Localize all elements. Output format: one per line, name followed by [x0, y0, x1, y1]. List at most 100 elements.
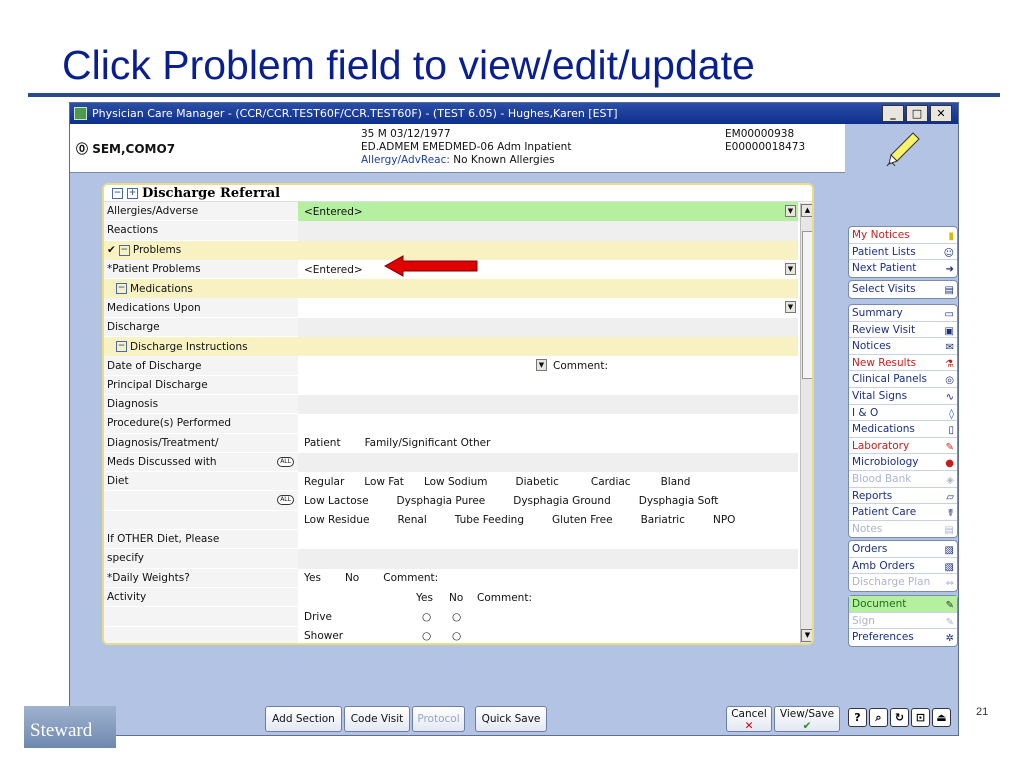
nav-summary[interactable]: Summary ▭ — [849, 305, 957, 322]
lock-icon[interactable]: ⊡ — [911, 708, 930, 727]
nav-new-results[interactable]: New Results ⚗ — [849, 355, 957, 372]
nav-preferences[interactable]: Preferences ✲ — [849, 629, 957, 646]
principal-diagnosis-field-cont[interactable] — [298, 394, 798, 415]
nav-vital-signs[interactable]: Vital Signs ∿ — [849, 388, 957, 405]
microbiology-icon: ● — [945, 458, 954, 470]
principal-diagnosis-field[interactable] — [298, 376, 798, 395]
nav-medications[interactable]: Medications ▯ — [849, 421, 957, 438]
diet-option[interactable]: Diabetic — [516, 476, 559, 488]
other-diet-label: If OTHER Diet, Please — [104, 530, 298, 550]
chevron-down-icon[interactable]: ▼ — [785, 301, 796, 314]
collapse-icon[interactable]: − — [112, 187, 123, 199]
nav-notices-label: Notices — [852, 340, 892, 353]
nav-amb-orders[interactable]: Amb Orders ▧ — [849, 558, 957, 575]
form-scrollbar[interactable]: ▲ ▼ — [800, 203, 812, 643]
section-medications[interactable]: − Medications — [104, 279, 798, 299]
medications-field-cont — [298, 317, 798, 338]
discharge-plan-icon: ⇔ — [945, 578, 954, 590]
nav-review-visit[interactable]: Review Visit ▣ — [849, 322, 957, 339]
activity-drive-yes-radio[interactable]: ○ — [422, 611, 431, 623]
patient-problems-field[interactable]: <Entered> ▼ — [298, 260, 798, 279]
nav-reports[interactable]: Reports ▱ — [849, 488, 957, 505]
chevron-down-icon[interactable]: ▼ — [785, 262, 796, 275]
weights-yes[interactable]: Yes — [304, 572, 321, 584]
activity-drive-no-radio[interactable]: ○ — [452, 611, 461, 623]
cancel-x-icon: ✕ — [744, 720, 754, 732]
allergies-field[interactable]: <Entered> ▼ — [298, 202, 798, 222]
diet-option[interactable]: Bland — [661, 476, 691, 488]
nav-patient-lists[interactable]: Patient Lists ☺ — [849, 244, 957, 261]
other-diet-field[interactable] — [298, 530, 798, 549]
minimize-button[interactable]: _ — [882, 105, 904, 122]
scroll-thumb[interactable] — [802, 231, 812, 379]
diet-option[interactable]: NPO — [713, 514, 735, 526]
nav-i-and-o[interactable]: I & O ◊ — [849, 405, 957, 422]
activity-shower-yes-radio[interactable]: ○ — [422, 630, 431, 642]
nav-laboratory[interactable]: Laboratory ✎ — [849, 438, 957, 455]
diet-option[interactable]: Low Residue — [304, 514, 369, 526]
code-visit-button[interactable]: Code Visit — [344, 706, 410, 732]
procedures-field[interactable] — [298, 414, 798, 433]
diet-option[interactable]: Low Sodium — [424, 476, 488, 488]
diet-option[interactable]: Dysphagia Puree — [397, 495, 486, 507]
add-section-button[interactable]: Add Section — [265, 706, 342, 732]
nav-patient-care[interactable]: Patient Care ☤ — [849, 504, 957, 521]
diet-option[interactable]: Dysphagia Ground — [513, 495, 611, 507]
view-save-button[interactable]: View/Save ✔ — [774, 706, 840, 732]
diet-option[interactable]: Tube Feeding — [455, 514, 524, 526]
discharge-date-field[interactable]: ▼ Comment: — [298, 356, 798, 375]
activity-shower-no-radio[interactable]: ○ — [452, 630, 461, 642]
help-icon[interactable]: ? — [848, 708, 867, 727]
section-discharge-instructions[interactable]: − Discharge Instructions — [104, 337, 798, 357]
maximize-button[interactable]: □ — [906, 105, 928, 122]
section-discharge-label: Discharge Instructions — [130, 340, 248, 353]
nav-discharge-plan-label: Discharge Plan — [852, 576, 931, 589]
cancel-button[interactable]: Cancel ✕ — [726, 706, 772, 732]
collapse-icon[interactable]: − — [118, 244, 130, 256]
nav-select-visits[interactable]: Select Visits ▤ — [849, 281, 957, 298]
scroll-up-icon[interactable]: ▲ — [801, 204, 812, 217]
diet-option[interactable]: Gluten Free — [552, 514, 613, 526]
nav-next-patient[interactable]: Next Patient ➜ — [849, 260, 957, 277]
patient-demographics: 35 M 03/12/1977 — [361, 128, 451, 140]
collapse-icon[interactable]: − — [116, 341, 127, 353]
medications-field[interactable]: ▼ — [298, 298, 798, 317]
allergy-label[interactable]: Allergy/AdvReac: — [361, 154, 450, 166]
other-diet-field-cont[interactable] — [298, 549, 798, 569]
nav-orders[interactable]: Orders ▧ — [849, 541, 957, 558]
bottom-action-bar: Add Section Code Visit Protocol Quick Sa… — [70, 701, 958, 735]
option-patient[interactable]: Patient — [304, 437, 341, 449]
diet-options-row3: Low Residue Renal Tube Feeding Gluten Fr… — [298, 511, 798, 530]
nav-microbiology[interactable]: Microbiology ● — [849, 454, 957, 471]
info-icon[interactable]: ⓪ — [76, 142, 88, 156]
chevron-down-icon[interactable]: ▼ — [536, 359, 547, 372]
diet-option[interactable]: Cardiac — [591, 476, 631, 488]
diet-option[interactable]: Bariatric — [641, 514, 685, 526]
nav-clinical-panels[interactable]: Clinical Panels ◎ — [849, 371, 957, 388]
search-icon[interactable]: ⌕ — [869, 708, 888, 727]
quick-save-button[interactable]: Quick Save — [475, 706, 547, 732]
scroll-down-icon[interactable]: ▼ — [801, 629, 812, 642]
expand-icon[interactable]: + — [127, 187, 138, 199]
nav-document[interactable]: Document ✎ — [849, 596, 957, 613]
chevron-down-icon[interactable]: ▼ — [785, 205, 796, 217]
diet-option[interactable]: Dysphagia Soft — [639, 495, 719, 507]
option-family[interactable]: Family/Significant Other — [365, 437, 491, 449]
nav-my-notices[interactable]: My Notices ▮ — [849, 227, 957, 244]
procedures-label: Procedure(s) Performed — [104, 414, 298, 434]
diet-option[interactable]: Low Fat — [364, 476, 404, 488]
select-all-button[interactable]: ALL — [277, 495, 294, 506]
diet-option[interactable]: Regular — [304, 476, 344, 488]
window-titlebar[interactable]: Physician Care Manager - (CCR/CCR.TEST60… — [70, 103, 958, 124]
weights-no[interactable]: No — [345, 572, 359, 584]
refresh-icon[interactable]: ↻ — [890, 708, 909, 727]
diet-option[interactable]: Renal — [397, 514, 426, 526]
nav-my-notices-label: My Notices — [852, 229, 910, 241]
collapse-icon[interactable]: − — [116, 283, 127, 295]
close-button[interactable]: ✕ — [930, 105, 952, 122]
select-all-button[interactable]: ALL — [277, 456, 294, 467]
section-medications-label: Medications — [130, 282, 193, 295]
nav-notices[interactable]: Notices ✉ — [849, 338, 957, 355]
logout-icon[interactable]: ⏏ — [932, 708, 951, 727]
diet-option[interactable]: Low Lactose — [304, 495, 369, 507]
